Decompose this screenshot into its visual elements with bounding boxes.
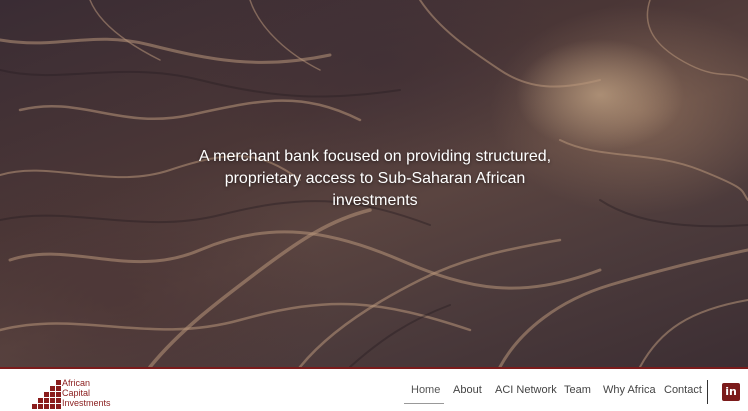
- logo-text-line-3: Investments: [62, 398, 111, 408]
- logo-text: African Capital Investments: [62, 378, 111, 408]
- nav-active-indicator: [404, 403, 444, 404]
- nav-item-contact[interactable]: Contact: [664, 384, 702, 396]
- logo-text-line-1: African: [62, 378, 91, 388]
- tagline-line-1: A merchant bank focused on providing str…: [198, 148, 552, 165]
- site-logo[interactable]: African Capital Investments: [30, 378, 140, 410]
- hero-tagline: A merchant bank focused on providing str…: [180, 146, 570, 212]
- nav-item-aci-network[interactable]: ACI Network: [495, 384, 557, 396]
- nav-item-about[interactable]: About: [453, 384, 482, 396]
- tagline-line-3: investments: [332, 192, 418, 209]
- logo-text-line-2: Capital: [62, 388, 91, 398]
- nav-divider: [707, 380, 708, 404]
- logo-mark-icon: [30, 378, 62, 410]
- linkedin-icon[interactable]: in: [722, 383, 740, 401]
- nav-item-team[interactable]: Team: [564, 384, 591, 396]
- hero-banner: A merchant bank focused on providing str…: [0, 0, 748, 367]
- tagline-line-2: proprietary access to Sub-Saharan Africa…: [224, 170, 526, 187]
- nav-item-home[interactable]: Home: [411, 384, 440, 396]
- nav-item-why-africa[interactable]: Why Africa: [603, 384, 656, 396]
